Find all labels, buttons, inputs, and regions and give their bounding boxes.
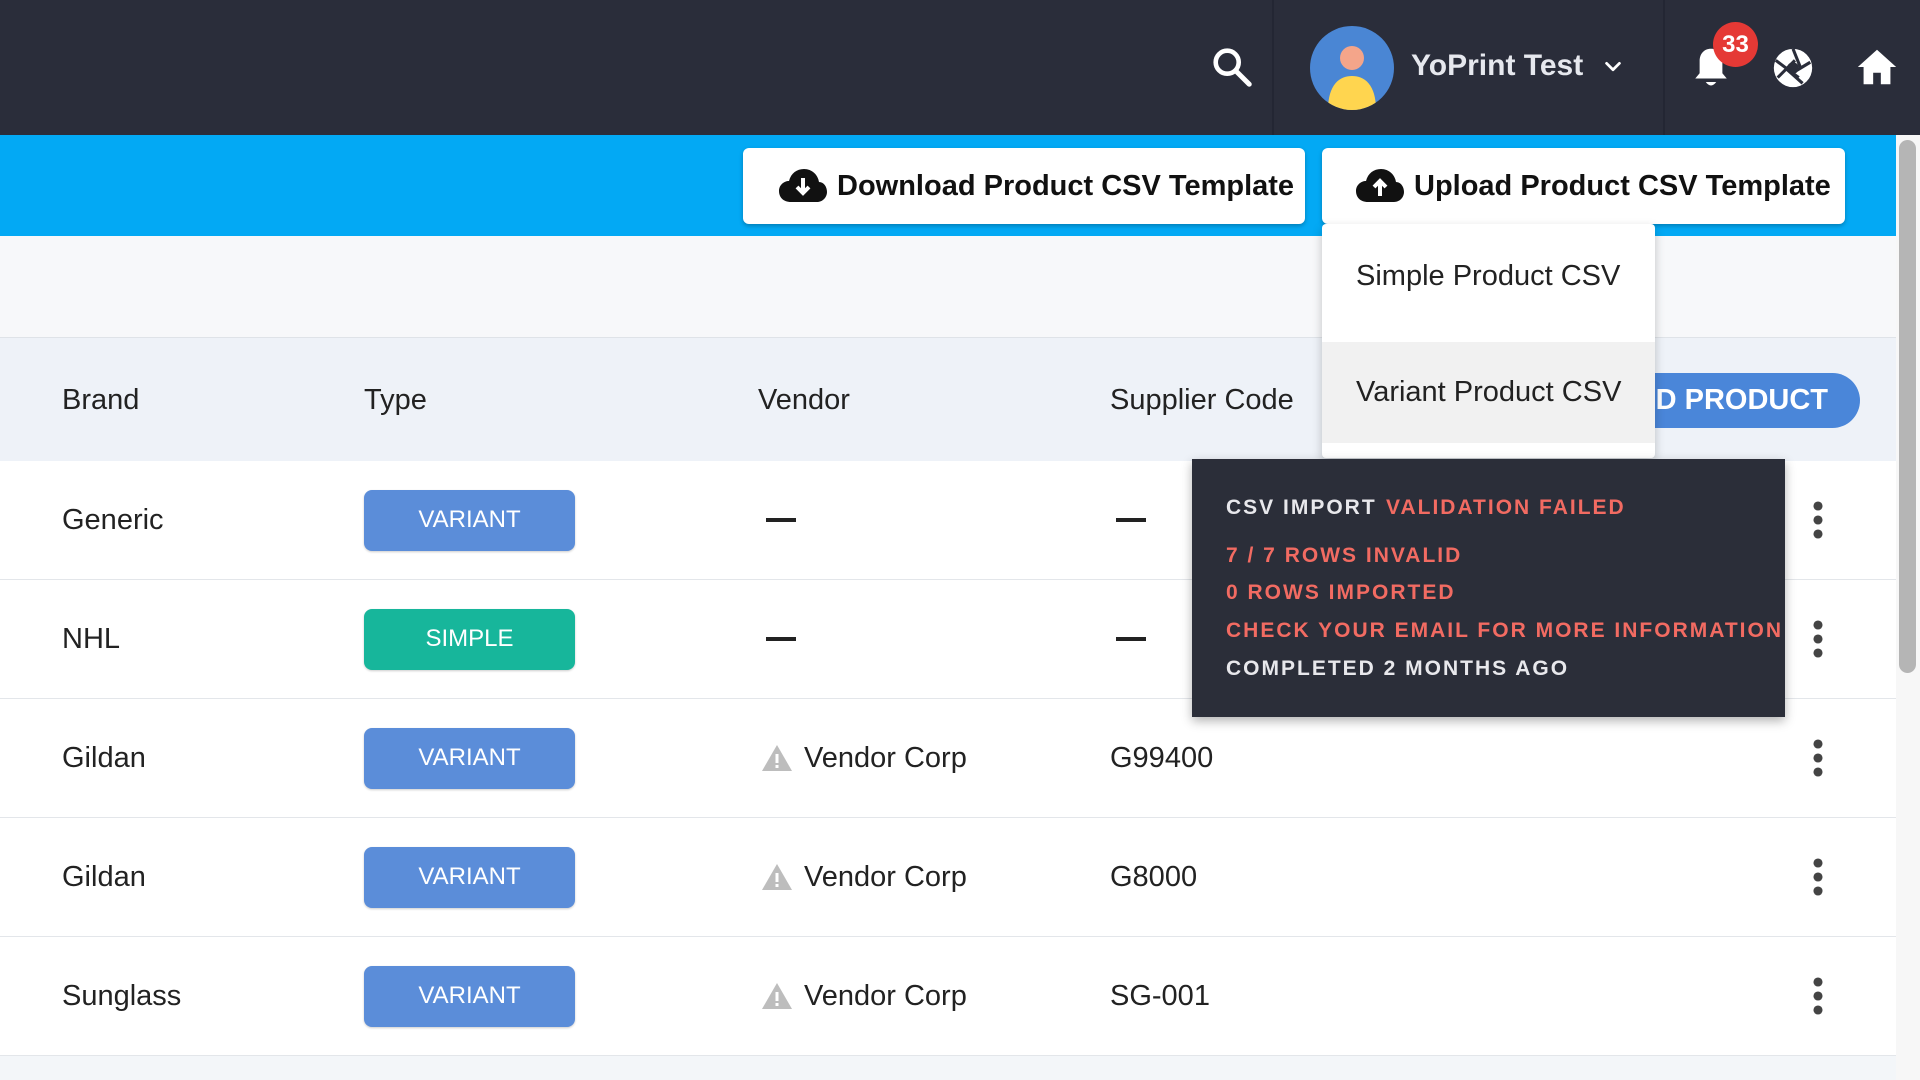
divider: [1272, 0, 1274, 135]
supplier-code: SG-001: [1110, 979, 1210, 1012]
column-header-vendor[interactable]: Vendor: [758, 382, 850, 418]
toast-completed-time: COMPLETED 2 MONTHS AGO: [1226, 657, 1570, 680]
empty-dash: [1116, 637, 1146, 641]
cloud-upload-icon: [1356, 169, 1404, 202]
add-product-button[interactable]: DD PRODUCT: [1620, 373, 1860, 428]
type-badge: VARIANT: [364, 846, 575, 908]
more-vert-icon[interactable]: [1806, 499, 1830, 541]
vendor-name: Vendor Corp: [804, 860, 967, 893]
toast-status: VALIDATION FAILED: [1386, 496, 1626, 519]
upload-csv-template-button[interactable]: Upload Product CSV Template: [1322, 148, 1845, 224]
brand-cell: Sunglass: [62, 979, 182, 1012]
type-badge: SIMPLE: [364, 608, 575, 670]
notification-badge[interactable]: 33: [1713, 22, 1758, 67]
more-vert-icon[interactable]: [1806, 737, 1830, 779]
empty-dash: [766, 518, 796, 522]
type-badge: VARIANT: [364, 965, 575, 1027]
user-avatar[interactable]: [1310, 26, 1394, 110]
toast-email-note: CHECK YOUR EMAIL FOR MORE INFORMATION: [1226, 619, 1783, 642]
column-header-type[interactable]: Type: [364, 382, 427, 418]
empty-dash: [1116, 518, 1146, 522]
search-icon[interactable]: [1209, 44, 1255, 90]
supplier-code: G8000: [1110, 860, 1198, 893]
top-app-bar: YoPrint Test 33: [0, 0, 1920, 135]
vendor-name: Vendor Corp: [804, 979, 967, 1012]
more-vert-icon[interactable]: [1806, 618, 1830, 660]
table-row[interactable]: Sunglass VARIANT Vendor Corp SG-001: [0, 937, 1896, 1056]
csv-import-toast: CSV IMPORT VALIDATION FAILED 7 / 7 ROWS …: [1192, 459, 1785, 717]
user-name[interactable]: YoPrint Test: [1411, 48, 1583, 84]
warning-icon: [762, 745, 792, 771]
avatar-person-icon: [1328, 46, 1376, 110]
cloud-download-icon: [779, 169, 827, 202]
add-product-label: DD PRODUCT: [1634, 384, 1828, 416]
toast-title: CSV IMPORT: [1226, 496, 1377, 519]
toast-rows-invalid: 7 / 7 ROWS INVALID: [1226, 544, 1463, 567]
warning-icon: [762, 983, 792, 1009]
column-header-supplier-code[interactable]: Supplier Code: [1110, 382, 1294, 418]
divider: [1663, 0, 1665, 135]
brand-cell: Gildan: [62, 741, 146, 774]
brand-cell: NHL: [62, 622, 121, 655]
type-badge: VARIANT: [364, 727, 575, 789]
more-vert-icon[interactable]: [1806, 856, 1830, 898]
aperture-icon[interactable]: [1770, 45, 1816, 91]
menu-item-simple-product-csv[interactable]: Simple Product CSV: [1322, 226, 1655, 327]
table-row[interactable]: Gildan VARIANT Vendor Corp G8000: [0, 818, 1896, 937]
scrollbar-thumb[interactable]: [1899, 140, 1916, 673]
type-badge: VARIANT: [364, 489, 575, 551]
menu-item-variant-product-csv[interactable]: Variant Product CSV: [1322, 342, 1655, 443]
column-header-brand[interactable]: Brand: [62, 382, 139, 418]
toast-rows-imported: 0 ROWS IMPORTED: [1226, 581, 1456, 604]
home-icon[interactable]: [1854, 44, 1900, 90]
download-csv-template-label: Download Product CSV Template: [837, 169, 1295, 202]
brand-cell: Generic: [62, 503, 164, 536]
upload-csv-menu: Simple Product CSV Variant Product CSV: [1322, 224, 1655, 458]
vendor-name: Vendor Corp: [804, 741, 967, 774]
empty-dash: [766, 637, 796, 641]
more-vert-icon[interactable]: [1806, 975, 1830, 1017]
upload-csv-template-label: Upload Product CSV Template: [1414, 169, 1831, 202]
download-csv-template-button[interactable]: Download Product CSV Template: [743, 148, 1305, 224]
warning-icon: [762, 864, 792, 890]
chevron-down-icon[interactable]: [1602, 56, 1624, 78]
brand-cell: Gildan: [62, 860, 146, 893]
